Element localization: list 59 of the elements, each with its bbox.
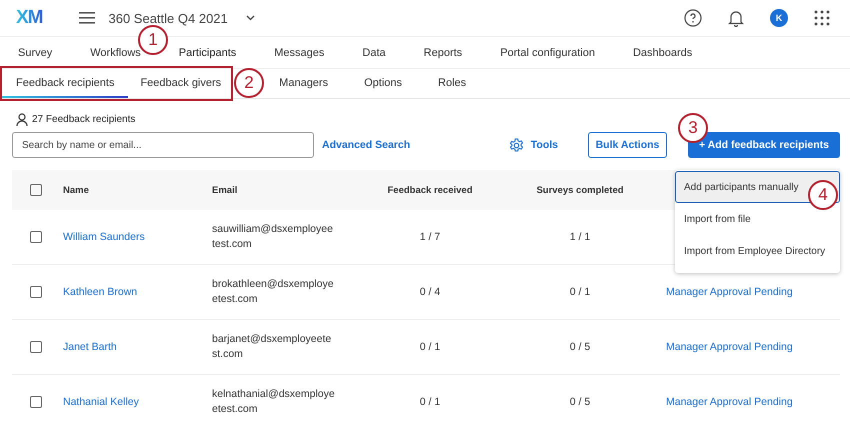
table-cell: 0 / 4	[420, 286, 440, 298]
nav-tab[interactable]: Portal configuration	[500, 37, 595, 68]
row-checkbox[interactable]	[30, 286, 42, 298]
gear-icon	[508, 138, 524, 152]
person-icon	[16, 112, 28, 126]
add-recipients-button[interactable]: + Add feedback recipients	[688, 132, 840, 158]
table-cell: brokathleen@dsxemployeetest.com	[212, 277, 335, 307]
nav-tab[interactable]: Reports	[424, 37, 462, 68]
table-cell: 0 / 5	[570, 341, 590, 353]
recipient-count: 27 Feedback recipients	[32, 114, 136, 124]
caret-icon	[246, 15, 255, 21]
row-checkbox[interactable]	[30, 231, 42, 243]
advanced-search-link[interactable]: Advanced Search	[322, 139, 410, 151]
help-icon[interactable]	[684, 9, 702, 27]
status-link[interactable]: Manager Approval Pending	[666, 286, 793, 298]
menu-icon[interactable]	[78, 12, 94, 24]
bell-icon[interactable]	[728, 9, 744, 27]
nav-tab[interactable]: Participants	[178, 37, 236, 68]
callout-marker: 2	[234, 68, 264, 98]
name-link[interactable]: Janet Barth	[63, 341, 117, 353]
name-link[interactable]: William Saunders	[63, 231, 145, 243]
table-cell: 0 / 1	[420, 341, 440, 353]
sub-tab[interactable]: Feedback recipients	[2, 69, 128, 98]
table-cell: 1 / 1	[570, 231, 590, 243]
search-field[interactable]: Search by name or email...	[12, 132, 314, 158]
table-cell: 0 / 1	[420, 396, 440, 408]
name-link[interactable]: Nathanial Kelley	[63, 396, 139, 408]
app-grid-icon[interactable]	[814, 10, 830, 26]
bulk-actions-button[interactable]: Bulk Actions	[588, 132, 667, 158]
nav-tab[interactable]: Survey	[18, 37, 52, 68]
sub-tab[interactable]: Roles	[420, 69, 484, 98]
tools-button[interactable]: Tools	[508, 138, 558, 152]
status-link[interactable]: Manager Approval Pending	[666, 396, 793, 408]
row-checkbox[interactable]	[30, 341, 42, 353]
project-selector[interactable]: 360 Seattle Q4 2021	[108, 10, 255, 26]
column-header[interactable]: Email	[200, 184, 340, 196]
row-checkbox[interactable]	[30, 396, 42, 408]
nav-tab[interactable]: Messages	[274, 37, 324, 68]
table-cell-text: sauwilliam@dsxemployeetest.com	[212, 222, 334, 252]
column-header[interactable]: Surveys completed	[520, 184, 640, 196]
name-link[interactable]: Kathleen Brown	[63, 286, 138, 298]
sub-tab[interactable]: Feedback givers	[128, 69, 226, 98]
avatar[interactable]: K	[770, 9, 788, 27]
nav-tab[interactable]: Dashboards	[632, 37, 692, 68]
table-cell: 0 / 5	[570, 396, 590, 408]
menu-item[interactable]: Import from Employee Directory	[675, 235, 840, 267]
column-header[interactable]: Feedback received	[340, 184, 520, 196]
table-cell: 0 / 1	[570, 286, 590, 298]
table-cell: 1 / 7	[420, 231, 440, 243]
select-all-checkbox[interactable]	[30, 184, 42, 196]
column-header[interactable]: Name	[50, 184, 200, 196]
callout-marker: 3	[678, 113, 708, 143]
table-cell: kelnathanial@dsxemployeetest.com	[212, 387, 335, 417]
nav-tab[interactable]: Data	[362, 37, 386, 68]
sub-tab[interactable]: Options	[346, 69, 420, 98]
nav-tab[interactable]: Workflows	[90, 37, 141, 68]
sub-tab[interactable]: Managers	[261, 69, 346, 98]
status-link[interactable]: Manager Approval Pending	[666, 341, 793, 353]
table-cell-text: barjanet@dsxemployeetest.com	[212, 332, 332, 362]
